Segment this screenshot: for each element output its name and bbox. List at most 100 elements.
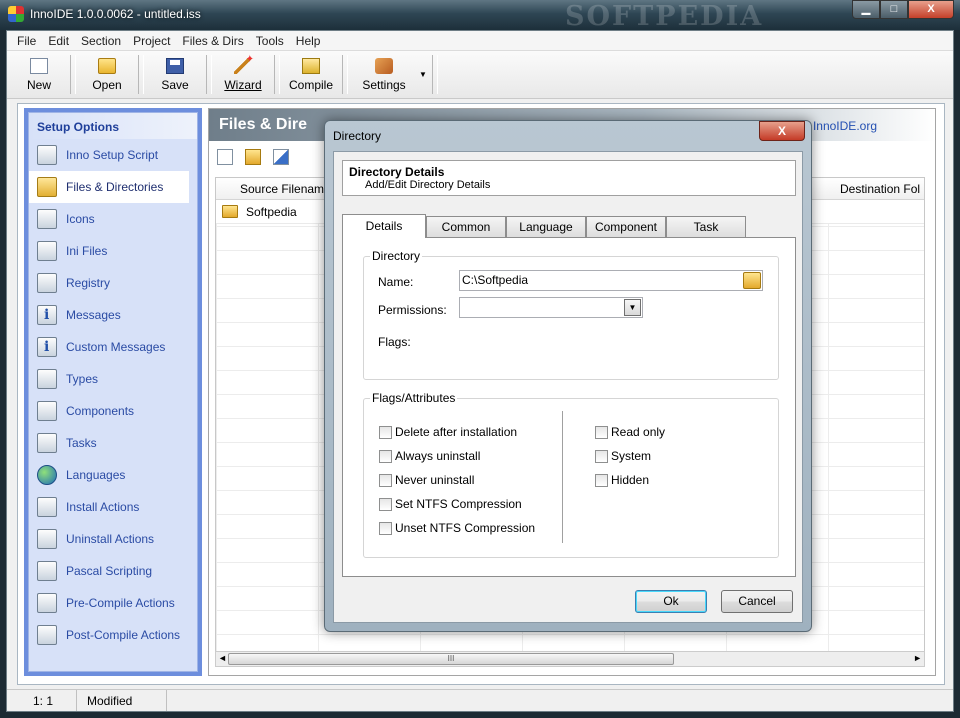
browse-folder-icon[interactable] [743, 272, 761, 289]
tab-common[interactable]: Common [426, 216, 506, 238]
checkbox-box[interactable] [379, 449, 392, 463]
info-icon [37, 305, 57, 325]
sidebar-item-tasks[interactable]: Tasks [29, 427, 197, 459]
app-icon [8, 6, 24, 22]
row-source: Softpedia [246, 205, 297, 219]
sidebar: Setup Options Inno Setup Script Files & … [24, 108, 202, 676]
horizontal-scrollbar[interactable]: ◄ III ► [215, 651, 925, 667]
sidebar-item-label: Components [66, 404, 135, 418]
chevron-down-icon[interactable]: ▼ [624, 299, 641, 316]
column-source[interactable]: Source Filenam [240, 182, 324, 196]
menu-help[interactable]: Help [290, 31, 327, 50]
checkbox-delete-after-installation[interactable]: Delete after installation [379, 425, 517, 439]
checkbox-box[interactable] [379, 521, 392, 535]
innoide-link[interactable]: InnoIDE.org [813, 119, 877, 133]
sidebar-item-registry[interactable]: Registry [29, 267, 197, 299]
column-destination[interactable]: Destination Fol [840, 182, 920, 196]
sidebar-item-inno-setup-script[interactable]: Inno Setup Script [29, 139, 197, 171]
tab-task[interactable]: Task [666, 216, 746, 238]
sidebar-item-pre-compile-actions[interactable]: Pre-Compile Actions [29, 587, 197, 619]
menu-file[interactable]: File [11, 31, 42, 50]
panel-title: Files & Dire [219, 116, 308, 133]
wizard-label: Wizard [224, 77, 262, 92]
menu-tools[interactable]: Tools [250, 31, 290, 50]
checkbox-system[interactable]: System [595, 449, 651, 463]
checkbox-label: Unset NTFS Compression [395, 521, 536, 535]
new-button[interactable]: New [11, 53, 67, 96]
scroll-right-icon[interactable]: ► [913, 653, 922, 663]
tab-language[interactable]: Language [506, 216, 586, 238]
post-compile-icon [37, 625, 57, 645]
sidebar-item-files-directories[interactable]: Files & Directories [29, 171, 189, 203]
menu-edit[interactable]: Edit [42, 31, 75, 50]
name-label: Name: [378, 275, 414, 289]
sidebar-item-components[interactable]: Components [29, 395, 197, 427]
open-label: Open [92, 77, 122, 92]
ok-button[interactable]: Ok [635, 590, 707, 613]
sidebar-item-languages[interactable]: Languages [29, 459, 197, 491]
maximize-button[interactable]: □ [880, 0, 908, 19]
sidebar-item-label: Custom Messages [66, 340, 166, 354]
sidebar-item-messages[interactable]: Messages [29, 299, 197, 331]
name-field[interactable]: C:\Softpedia [459, 270, 763, 291]
sidebar-item-uninstall-actions[interactable]: Uninstall Actions [29, 523, 197, 555]
checkbox-box[interactable] [379, 497, 392, 511]
window-title: InnoIDE 1.0.0.0062 - untitled.iss [30, 7, 201, 21]
cancel-button[interactable]: Cancel [721, 590, 793, 613]
dialog-close-button[interactable]: X [759, 121, 805, 141]
settings-button[interactable]: Settings [351, 53, 417, 96]
edit-icon[interactable] [273, 149, 289, 165]
compile-icon [302, 57, 320, 74]
permissions-select[interactable]: ▼ [459, 297, 643, 318]
save-button[interactable]: Save [147, 53, 203, 96]
checkbox-box[interactable] [379, 473, 392, 487]
floppy-disk-icon [166, 57, 184, 74]
add-folder-icon[interactable] [245, 149, 261, 165]
toolbar-separator [70, 55, 76, 94]
sidebar-item-ini-files[interactable]: Ini Files [29, 235, 197, 267]
uninstall-icon [37, 529, 57, 549]
flags-attributes-group: Flags/Attributes Delete after installati… [363, 391, 779, 558]
compile-button[interactable]: Compile [283, 53, 339, 96]
checkbox-box[interactable] [595, 473, 608, 487]
sidebar-item-label: Files & Directories [66, 180, 164, 194]
sidebar-item-types[interactable]: Types [29, 363, 197, 395]
checkbox-set-ntfs-compression[interactable]: Set NTFS Compression [379, 497, 522, 511]
sidebar-item-icons[interactable]: Icons [29, 203, 197, 235]
info-icon [37, 337, 57, 357]
checkbox-never-uninstall[interactable]: Never uninstall [379, 473, 474, 487]
checkbox-label: Never uninstall [395, 473, 475, 487]
tab-component[interactable]: Component [586, 216, 666, 238]
checkbox-box[interactable] [595, 449, 608, 463]
wizard-button[interactable]: Wizard [215, 53, 271, 96]
toolbar-separator [206, 55, 212, 94]
status-bar: 1: 1 Modified [7, 689, 953, 711]
checkbox-box[interactable] [379, 425, 392, 439]
sidebar-item-label: Ini Files [66, 244, 108, 258]
checkbox-always-uninstall[interactable]: Always uninstall [379, 449, 480, 463]
sidebar-item-pascal-scripting[interactable]: Pascal Scripting [29, 555, 197, 587]
settings-icon [375, 57, 393, 74]
checkbox-read-only[interactable]: Read only [595, 425, 665, 439]
minimize-button[interactable]: ▁ [852, 0, 880, 19]
new-entry-icon[interactable] [217, 149, 233, 165]
sidebar-item-install-actions[interactable]: Install Actions [29, 491, 197, 523]
script-page-icon [37, 561, 57, 581]
scroll-left-icon[interactable]: ◄ [218, 653, 227, 663]
sidebar-item-post-compile-actions[interactable]: Post-Compile Actions [29, 619, 197, 651]
sidebar-item-custom-messages[interactable]: Custom Messages [29, 331, 197, 363]
open-button[interactable]: Open [79, 53, 135, 96]
scroll-thumb[interactable]: III [228, 653, 674, 665]
menu-section[interactable]: Section [75, 31, 127, 50]
close-button[interactable]: X [908, 0, 954, 19]
menu-files-dirs[interactable]: Files & Dirs [176, 31, 249, 50]
dialog-tabs: Details Common Language Component Task [342, 214, 746, 238]
pre-compile-icon [37, 593, 57, 613]
checkbox-hidden[interactable]: Hidden [595, 473, 649, 487]
menu-project[interactable]: Project [127, 31, 176, 50]
settings-dropdown-icon[interactable]: ▼ [417, 53, 429, 96]
tab-details[interactable]: Details [342, 214, 426, 238]
name-value: C:\Softpedia [462, 273, 529, 287]
checkbox-unset-ntfs-compression[interactable]: Unset NTFS Compression [379, 521, 535, 535]
checkbox-box[interactable] [595, 425, 608, 439]
